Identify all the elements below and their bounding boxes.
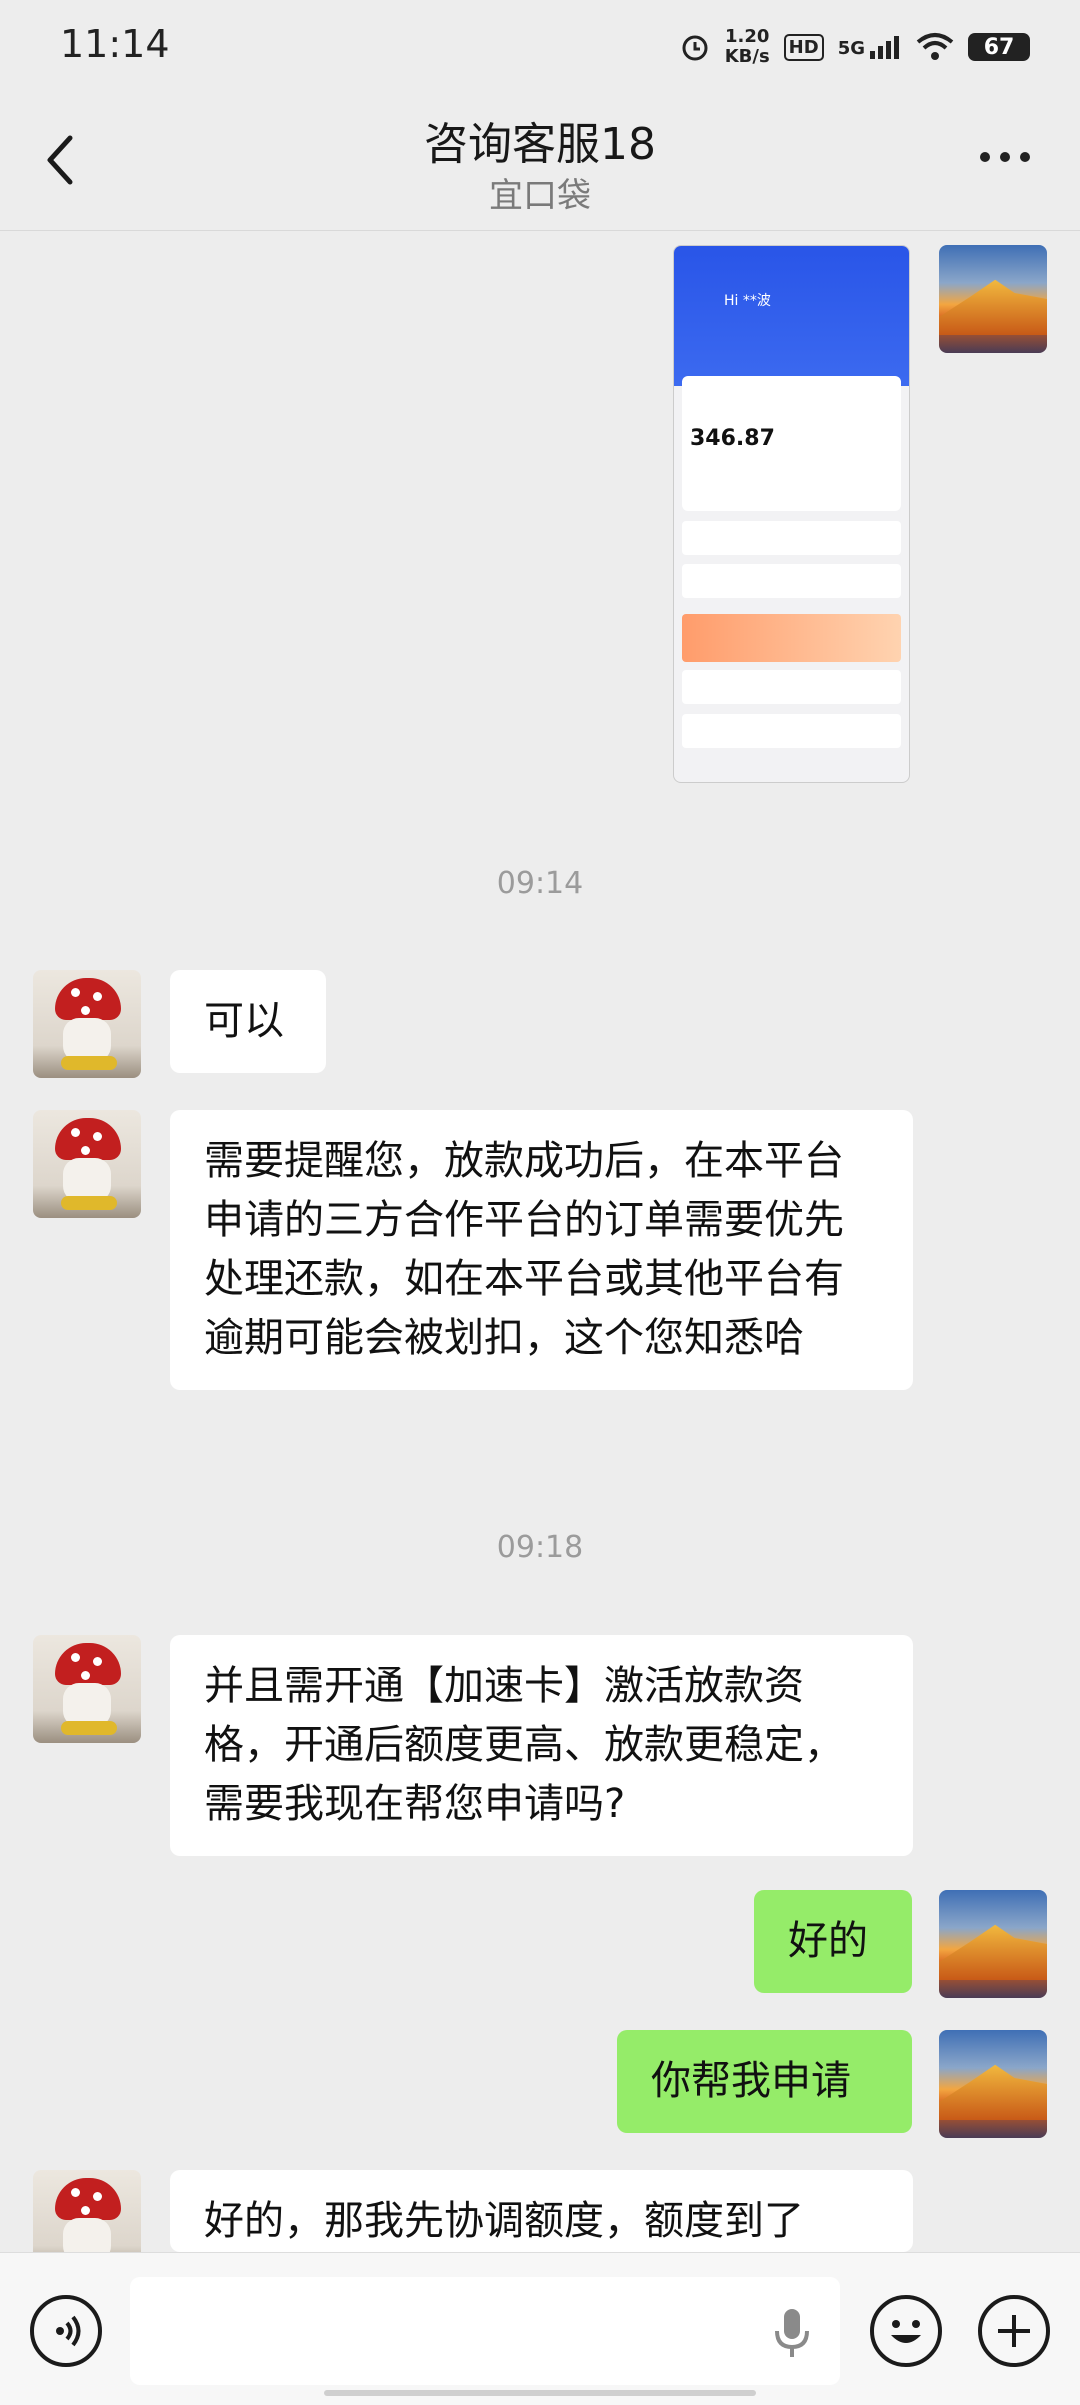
- signal-icon: 5G: [838, 35, 902, 59]
- agent-avatar[interactable]: [33, 1110, 141, 1218]
- message-bubble[interactable]: 需要提醒您，放款成功后，在本平台申请的三方合作平台的订单需要优先处理还款，如在本…: [170, 1110, 913, 1390]
- message-bubble[interactable]: 可以: [170, 970, 326, 1073]
- image-header: [674, 246, 909, 386]
- image-row: [682, 670, 901, 704]
- status-bar: 11:14 1.20 KB/s HD 5G 67: [0, 0, 1080, 90]
- image-banner: [682, 614, 901, 662]
- status-icons: 1.20 KB/s HD 5G 67: [679, 22, 1030, 72]
- input-bar: [0, 2252, 1080, 2405]
- chat-subtitle: 宜口袋: [489, 176, 591, 216]
- image-row: [682, 521, 901, 555]
- my-message-bubble[interactable]: 你帮我申请: [617, 2030, 912, 2133]
- hd-badge: HD: [783, 33, 824, 61]
- user-avatar[interactable]: [939, 245, 1047, 353]
- user-avatar[interactable]: [939, 1890, 1047, 1998]
- battery-icon: 67: [968, 33, 1030, 61]
- image-message[interactable]: Hi **波 346.87: [673, 245, 910, 783]
- plus-icon[interactable]: [978, 2295, 1050, 2367]
- image-amount: 346.87: [690, 426, 775, 451]
- home-indicator[interactable]: [324, 2390, 756, 2396]
- image-greeting: Hi **波: [724, 293, 771, 309]
- user-avatar[interactable]: [939, 2030, 1047, 2138]
- voice-icon[interactable]: [30, 2295, 102, 2367]
- image-row: [682, 714, 901, 748]
- image-row: [682, 564, 901, 598]
- message-input[interactable]: [130, 2277, 840, 2385]
- emoji-icon[interactable]: [870, 2295, 942, 2367]
- my-message-bubble[interactable]: 好的: [754, 1890, 912, 1993]
- net-speed: 1.20 KB/s: [724, 26, 770, 67]
- message-bubble[interactable]: 好的，那我先协调额度，额度到了: [170, 2170, 913, 2252]
- chat-title: 咨询客服18: [424, 119, 656, 170]
- mic-icon[interactable]: [772, 2307, 812, 2359]
- chat-header: 咨询客服18 宜口袋: [0, 90, 1080, 231]
- agent-avatar[interactable]: [33, 970, 141, 1078]
- alarm-icon: [682, 35, 708, 61]
- timestamp: 09:18: [496, 1530, 584, 1565]
- wifi-icon: [916, 33, 954, 60]
- message-bubble[interactable]: 并且需开通【加速卡】激活放款资格，开通后额度更高、放款更稳定，需要我现在帮您申请…: [170, 1635, 913, 1856]
- timestamp: 09:14: [496, 866, 584, 901]
- status-time: 11:14: [60, 22, 170, 66]
- more-icon[interactable]: [980, 142, 1040, 172]
- agent-avatar[interactable]: [33, 1635, 141, 1743]
